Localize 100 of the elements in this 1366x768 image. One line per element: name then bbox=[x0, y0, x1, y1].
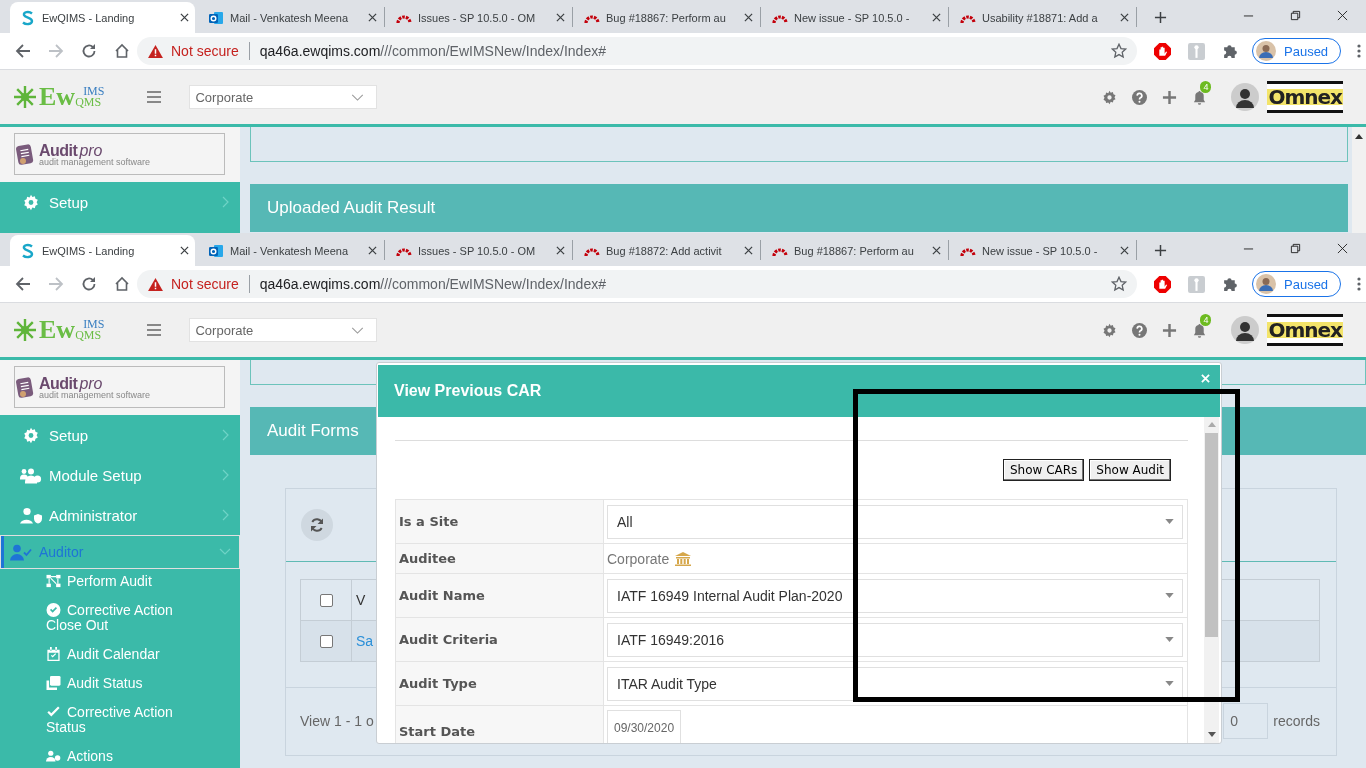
label-cell: Audit Name bbox=[396, 574, 604, 617]
caret-down-icon bbox=[1165, 593, 1174, 598]
menu-icon[interactable] bbox=[1357, 43, 1362, 59]
url-text: qa46a.ewqims.com///common/EwIMSNew/Index/Index# bbox=[259, 276, 606, 292]
home-icon[interactable] bbox=[114, 276, 130, 292]
bank-icon bbox=[675, 551, 692, 566]
label-cell: Is a Site bbox=[396, 500, 604, 543]
notification-badge: 4 bbox=[1200, 313, 1212, 326]
label-cell: Audit Type bbox=[396, 662, 604, 705]
browser-tab[interactable]: Mail - Venkatesh Meena bbox=[198, 235, 383, 266]
address-bar[interactable]: Not secure qa46a.ewqims.com///common/EwIMSNew/Index/Index# bbox=[137, 37, 1137, 65]
site-select[interactable]: Corporate bbox=[189, 318, 378, 342]
close-icon[interactable] bbox=[932, 246, 941, 255]
browser-tab[interactable]: Bug #18867: Perform au bbox=[762, 235, 947, 266]
select-field[interactable]: IATF 16949 Internal Audit Plan-2020 bbox=[607, 578, 1183, 613]
page-size-field[interactable]: 0 bbox=[1223, 703, 1269, 739]
close-icon[interactable] bbox=[368, 13, 377, 22]
puzzle-icon[interactable] bbox=[1222, 275, 1239, 293]
profile-button[interactable]: Paused bbox=[1252, 38, 1342, 64]
close-icon[interactable] bbox=[556, 246, 565, 255]
menu-icon[interactable] bbox=[1357, 276, 1362, 292]
menu-icon[interactable] bbox=[147, 324, 162, 336]
close-icon[interactable] bbox=[180, 246, 189, 255]
browser-tab[interactable]: Usability #18871: Add a bbox=[950, 2, 1135, 33]
site-select[interactable]: Corporate bbox=[189, 85, 378, 109]
check-icon bbox=[46, 705, 61, 719]
reload-icon[interactable] bbox=[81, 43, 97, 59]
browser-tab[interactable]: New issue - SP 10.5.0 - bbox=[762, 2, 947, 33]
address-bar[interactable]: Not secure qa46a.ewqims.com///common/EwIMSNew/Index/Index# bbox=[137, 270, 1137, 298]
profile-button[interactable]: Paused bbox=[1252, 271, 1342, 297]
url-text: qa46a.ewqims.com///common/EwIMSNew/Index/Index# bbox=[259, 43, 606, 59]
browser-tab[interactable]: EwQIMS - Landing bbox=[10, 2, 195, 33]
scroll-up-icon[interactable] bbox=[1355, 133, 1363, 139]
mail-favicon-icon bbox=[208, 9, 224, 26]
settings-icon[interactable] bbox=[1102, 89, 1118, 105]
app-favicon-icon bbox=[20, 242, 36, 259]
dialog-title: View Previous CAR bbox=[394, 382, 543, 400]
settings-icon[interactable] bbox=[1102, 322, 1118, 338]
user-avatar-icon[interactable] bbox=[1231, 316, 1260, 344]
menu-icon[interactable] bbox=[147, 91, 162, 103]
close-icon[interactable] bbox=[1120, 13, 1129, 22]
caret-down-icon bbox=[1165, 637, 1174, 642]
back-icon[interactable] bbox=[15, 276, 31, 292]
restore-icon[interactable] bbox=[1290, 10, 1301, 21]
browser-tab[interactable]: Issues - SP 10.5.0 - OM bbox=[386, 235, 571, 266]
checkbox[interactable] bbox=[319, 634, 333, 648]
bookmark-star-icon[interactable] bbox=[1111, 43, 1127, 59]
browser-tab[interactable]: Bug #18872: Add activit bbox=[574, 235, 759, 266]
add-icon[interactable] bbox=[1162, 322, 1178, 338]
chevron-down-icon bbox=[351, 93, 365, 101]
new-tab-icon[interactable] bbox=[1154, 244, 1167, 257]
pager-text: View 1 - 1 o bbox=[300, 713, 374, 729]
close-icon[interactable] bbox=[1337, 243, 1348, 254]
help-icon[interactable] bbox=[1132, 322, 1148, 338]
close-icon[interactable] bbox=[1337, 10, 1348, 21]
scroll-down-icon[interactable] bbox=[1207, 732, 1216, 737]
browser-tab[interactable]: New issue - SP 10.5.0 - bbox=[950, 235, 1135, 266]
home-icon[interactable] bbox=[114, 43, 130, 59]
select-field[interactable]: All bbox=[607, 504, 1183, 539]
refresh-button[interactable] bbox=[301, 509, 333, 541]
add-icon[interactable] bbox=[1162, 89, 1178, 105]
bell-icon[interactable] bbox=[1192, 89, 1208, 105]
close-icon[interactable] bbox=[744, 13, 753, 22]
stop-hand-icon[interactable] bbox=[1154, 275, 1171, 293]
label-cell: Start Date bbox=[396, 706, 604, 743]
browser-tab[interactable]: Bug #18867: Perform au bbox=[574, 2, 759, 33]
close-icon[interactable] bbox=[1120, 246, 1129, 255]
checkbox[interactable] bbox=[319, 593, 333, 607]
browser-tab[interactable]: Mail - Venkatesh Meena bbox=[198, 2, 383, 33]
browser-tab[interactable]: Issues - SP 10.5.0 - OM bbox=[386, 2, 571, 33]
new-tab-icon[interactable] bbox=[1154, 11, 1167, 24]
user-gear-icon bbox=[46, 749, 61, 763]
warning-icon bbox=[148, 277, 163, 291]
help-icon[interactable] bbox=[1132, 89, 1148, 105]
bookmark-star-icon[interactable] bbox=[1111, 276, 1127, 292]
column-header[interactable]: V bbox=[356, 592, 366, 608]
close-icon[interactable] bbox=[744, 246, 753, 255]
back-icon[interactable] bbox=[15, 43, 31, 59]
brand-logo: Auditpro audit management software bbox=[14, 366, 225, 408]
brand-logo: Auditpro audit management software bbox=[14, 133, 225, 175]
cards-icon bbox=[46, 676, 61, 690]
stop-hand-icon[interactable] bbox=[1154, 42, 1171, 60]
scrollbar[interactable] bbox=[1204, 417, 1219, 743]
users-gear-icon bbox=[20, 466, 42, 484]
close-icon[interactable] bbox=[556, 13, 565, 22]
nodes-icon bbox=[46, 574, 61, 588]
close-icon[interactable] bbox=[180, 13, 189, 22]
restore-icon[interactable] bbox=[1290, 243, 1301, 254]
dialog-button[interactable]: Show Audit bbox=[1089, 459, 1171, 481]
close-icon[interactable] bbox=[932, 13, 941, 22]
close-icon[interactable] bbox=[368, 246, 377, 255]
user-avatar-icon[interactable] bbox=[1231, 83, 1260, 111]
select-field[interactable]: IATF 16949:2016 bbox=[607, 622, 1183, 657]
reload-icon[interactable] bbox=[81, 276, 97, 292]
bell-icon[interactable] bbox=[1192, 322, 1208, 338]
browser-tab[interactable]: EwQIMS - Landing bbox=[10, 235, 195, 266]
dialog-button[interactable]: Show CARs bbox=[1002, 459, 1085, 481]
date-field[interactable]: 09/30/2020 bbox=[607, 710, 682, 743]
company-logo: Omnex bbox=[1267, 81, 1343, 113]
puzzle-icon[interactable] bbox=[1222, 42, 1239, 60]
